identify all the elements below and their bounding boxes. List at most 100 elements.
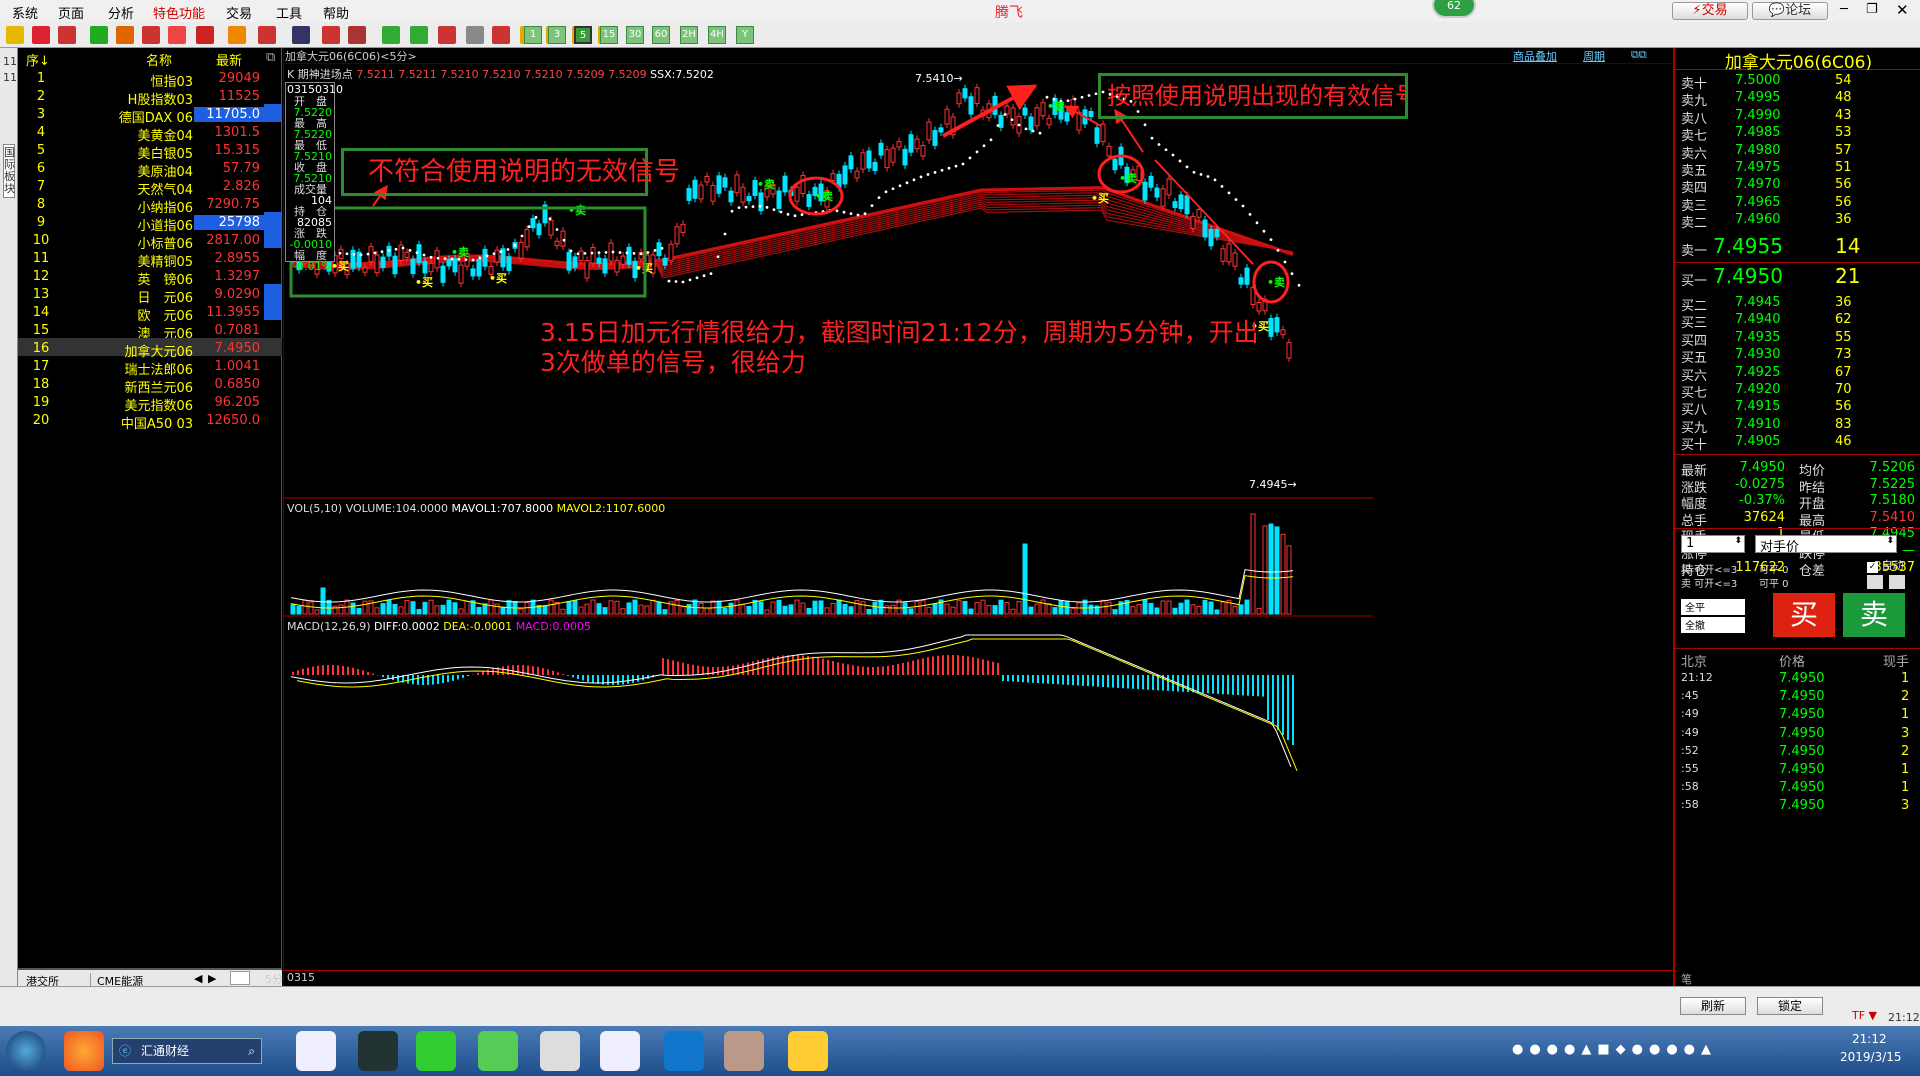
quote-row[interactable]: 15 澳 元06 0.7081: [18, 320, 282, 342]
period-4h[interactable]: 4H: [708, 26, 726, 44]
quote-row[interactable]: 11 美精铜05 2.8955: [18, 248, 282, 270]
refresh-button[interactable]: 刷新: [1680, 997, 1746, 1015]
zoom-out-icon[interactable]: [168, 26, 186, 44]
quote-row[interactable]: 3 德国DAX 06 11705.0: [18, 104, 282, 126]
spinner-icon[interactable]: ⬍: [1734, 536, 1742, 546]
menu-system[interactable]: 系统: [12, 3, 38, 22]
header-name[interactable]: 名称: [146, 50, 172, 69]
layout-icon[interactable]: ⧉⧉: [1631, 48, 1647, 62]
minute-icon[interactable]: [410, 26, 428, 44]
nox-icon[interactable]: [358, 1031, 398, 1071]
quote-row[interactable]: 9 小道指06 25798: [18, 212, 282, 234]
menu-help[interactable]: 帮助: [323, 3, 349, 22]
tab-international[interactable]: 国际板块: [3, 144, 15, 198]
back-icon[interactable]: [6, 26, 24, 44]
menu-page[interactable]: 页面: [58, 3, 84, 22]
overlay-link[interactable]: 商品叠加: [1513, 48, 1557, 64]
filter-icon[interactable]: [258, 26, 276, 44]
quote-row[interactable]: 5 美白银05 15.315: [18, 140, 282, 162]
refresh-app-icon[interactable]: [478, 1031, 518, 1071]
quote-row[interactable]: 2 H股指数03 11525: [18, 86, 282, 108]
quote-row[interactable]: 18 新西兰元06 0.6850: [18, 374, 282, 396]
scroll-left-icon[interactable]: ◀: [194, 972, 202, 985]
tick-volume: 1: [1901, 762, 1910, 777]
browser-search[interactable]: ⓔ 汇通财经 ⌕: [112, 1038, 262, 1064]
quote-row[interactable]: 19 美元指数06 96.205: [18, 392, 282, 414]
forum-button[interactable]: 💬论坛: [1752, 2, 1828, 20]
quote-row[interactable]: 4 美黄金04 1301.5: [18, 122, 282, 144]
table-icon[interactable]: [292, 26, 310, 44]
auto-checkbox[interactable]: ✓ 自动: [1867, 557, 1904, 573]
quote-row[interactable]: 10 小标普06 2817.00: [18, 230, 282, 252]
buy-button[interactable]: 买: [1773, 593, 1835, 637]
menu-trade[interactable]: 交易: [226, 3, 252, 22]
quote-row[interactable]: 7 天然气04 2.826: [18, 176, 282, 198]
period-15[interactable]: 15: [600, 26, 618, 44]
period-30[interactable]: 30: [626, 26, 644, 44]
restore-icon[interactable]: ❐: [1866, 2, 1878, 17]
quote-row[interactable]: 14 欧 元06 11.3955: [18, 302, 282, 324]
layout-icon[interactable]: [466, 26, 484, 44]
monitor-icon[interactable]: [788, 1031, 828, 1071]
draw-icon[interactable]: [196, 26, 214, 44]
period-3[interactable]: 3: [548, 26, 566, 44]
quote-row[interactable]: 13 日 元06 9.0290: [18, 284, 282, 306]
quote-row[interactable]: 8 小纳指06 7290.75: [18, 194, 282, 216]
minimize-icon[interactable]: ─: [1840, 2, 1848, 17]
period-2h[interactable]: 2H: [680, 26, 698, 44]
tab-11b[interactable]: 11: [3, 72, 17, 84]
app-icon-1[interactable]: [296, 1031, 336, 1071]
settings-icon[interactable]: [1889, 575, 1905, 589]
weather-icon[interactable]: [64, 1031, 104, 1071]
header-last[interactable]: 最新: [216, 50, 242, 69]
macd-bar: [1282, 675, 1284, 735]
trade-button[interactable]: ⚡交易: [1672, 2, 1748, 20]
quote-row[interactable]: 20 中国A50 03 12650.0: [18, 410, 282, 432]
spinner-icon[interactable]: ⬍: [1886, 536, 1894, 546]
scroll-thumb[interactable]: [230, 971, 250, 985]
period-5[interactable]: 5: [574, 26, 592, 44]
refresh-icon[interactable]: [90, 26, 108, 44]
quote-row[interactable]: 1 恒指03 29049: [18, 68, 282, 90]
menu-tools[interactable]: 工具: [276, 3, 302, 22]
header-no[interactable]: 序↓: [26, 50, 50, 69]
quote-row[interactable]: 6 美原油04 57.79: [18, 158, 282, 180]
lock-icon[interactable]: [1867, 575, 1883, 589]
candle-icon[interactable]: [348, 26, 366, 44]
cancel-all-button[interactable]: 全撤: [1681, 617, 1745, 633]
start-button[interactable]: [6, 1031, 46, 1071]
panel-toggle-icon[interactable]: ⧉: [266, 50, 275, 65]
trend-icon[interactable]: [322, 26, 340, 44]
qty-input[interactable]: 1 ⬍: [1681, 535, 1745, 553]
notification-badge[interactable]: 62: [1432, 0, 1476, 18]
pen-icon[interactable]: [228, 26, 246, 44]
menu-features[interactable]: 特色功能: [153, 3, 205, 22]
sell-button[interactable]: 卖: [1843, 593, 1905, 637]
close-icon[interactable]: ✕: [1896, 1, 1909, 19]
scroll-right-icon[interactable]: ▶: [208, 972, 216, 985]
close-all-button[interactable]: 全平: [1681, 599, 1745, 615]
medical-icon[interactable]: [416, 1031, 456, 1071]
period-1[interactable]: 1: [524, 26, 542, 44]
tab-11a[interactable]: 11: [3, 56, 17, 68]
home-icon[interactable]: [32, 26, 50, 44]
quote-row[interactable]: 17 瑞士法郎06 1.0041: [18, 356, 282, 378]
volume-icon[interactable]: [438, 26, 456, 44]
zoom-icon[interactable]: [142, 26, 160, 44]
quote-row[interactable]: 12 英 镑06 1.3297: [18, 266, 282, 288]
game-icon[interactable]: [600, 1031, 640, 1071]
period-60[interactable]: 60: [652, 26, 670, 44]
hot-icon[interactable]: [492, 26, 510, 44]
lock-button[interactable]: 锁定: [1757, 997, 1823, 1015]
search-icon[interactable]: [116, 26, 134, 44]
price-type-select[interactable]: 对手价 ⬍: [1755, 535, 1897, 555]
wechat-icon[interactable]: [540, 1031, 580, 1071]
quote-row[interactable]: 16 加拿大元06 7.4950: [18, 338, 282, 360]
period-y[interactable]: Y: [736, 26, 754, 44]
tick-icon[interactable]: [382, 26, 400, 44]
period-link[interactable]: 周期: [1583, 48, 1605, 64]
news-icon[interactable]: [58, 26, 76, 44]
z-app-icon[interactable]: [664, 1031, 704, 1071]
cat-icon[interactable]: [724, 1031, 764, 1071]
menu-analysis[interactable]: 分析: [108, 3, 134, 22]
